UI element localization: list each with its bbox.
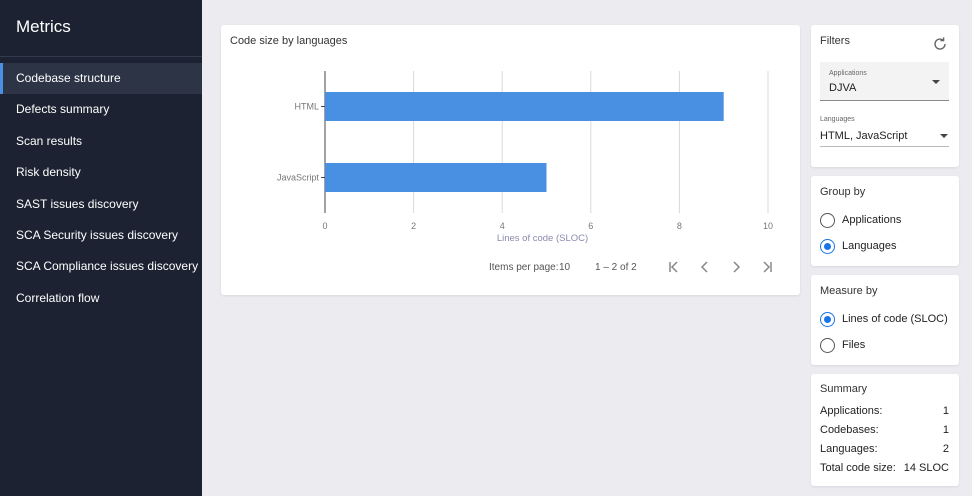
next-page-icon[interactable] <box>727 258 745 276</box>
x-tick-label: 8 <box>677 221 682 231</box>
last-page-icon[interactable] <box>758 258 776 276</box>
filters-panel: Filters Applications DJVA Languages HTML… <box>811 25 959 167</box>
summary-value: 1 <box>942 405 949 417</box>
applications-select-value: DJVA <box>829 82 857 94</box>
chevron-down-icon <box>940 134 948 138</box>
measure-by-title: Measure by <box>820 285 878 297</box>
bar-chart: 0 2 4 6 8 10 HTML JavaScript Lines of code (SLOC… <box>277 71 773 244</box>
languages-select[interactable]: Languages HTML, JavaScript <box>820 116 949 147</box>
summary-row-languages: Languages: 2 <box>820 443 949 457</box>
sidebar-item-scan-results[interactable]: Scan results <box>0 126 202 157</box>
sidebar-nav: Codebase structure Defects summary Scan … <box>0 63 202 314</box>
x-tick-label: 0 <box>322 221 327 231</box>
sidebar-item-defects-summary[interactable]: Defects summary <box>0 94 202 125</box>
items-per-page-select[interactable]: 10 <box>559 262 570 273</box>
sidebar-item-sca-compliance-issues-discovery[interactable]: SCA Compliance issues discovery <box>0 251 202 282</box>
sidebar-title: Metrics <box>16 17 71 36</box>
x-axis-label: Lines of code (SLOC) <box>497 233 588 244</box>
group-by-applications-label: Applications <box>842 214 902 226</box>
chevron-down-icon <box>932 80 940 84</box>
group-by-languages-label: Languages <box>842 240 897 252</box>
summary-key: Codebases: <box>820 424 879 436</box>
bar-javascript <box>325 163 547 192</box>
filters-title: Filters <box>820 35 850 47</box>
group-by-applications-radio[interactable] <box>820 213 835 228</box>
summary-title: Summary <box>820 383 868 395</box>
sidebar-item-sca-security-issues-discovery[interactable]: SCA Security issues discovery <box>0 220 202 251</box>
refresh-icon[interactable] <box>931 35 949 53</box>
summary-panel: Summary Applications: 1 Codebases: 1 Lan… <box>811 374 959 486</box>
languages-select-label: Languages <box>820 116 855 123</box>
sidebar-item-sast-issues-discovery[interactable]: SAST issues discovery <box>0 189 202 220</box>
applications-select-label: Applications <box>829 70 867 77</box>
items-per-page-label: Items per page: <box>489 262 559 273</box>
measure-by-sloc-radio[interactable] <box>820 312 835 327</box>
measure-by-sloc-label: Lines of code (SLOC) <box>842 313 948 325</box>
first-page-icon[interactable] <box>665 258 683 276</box>
summary-key: Total code size: <box>820 462 896 474</box>
group-by-title: Group by <box>820 186 866 198</box>
chart-card: Code size by languages 0 2 4 6 8 10 HTML JavaSc… <box>221 25 800 295</box>
measure-by-panel: Measure by Lines of code (SLOC) Files <box>811 275 959 365</box>
x-tick-label: 6 <box>588 221 593 231</box>
summary-key: Applications: <box>820 405 883 417</box>
applications-select[interactable]: Applications DJVA <box>820 62 949 101</box>
sidebar-item-codebase-structure[interactable]: Codebase structure <box>0 63 202 95</box>
sidebar-divider <box>0 56 202 57</box>
group-by-languages-radio[interactable] <box>820 239 835 254</box>
x-tick-label: 10 <box>763 221 773 231</box>
summary-row-codebases: Codebases: 1 <box>820 424 949 438</box>
sidebar-item-risk-density[interactable]: Risk density <box>0 157 202 188</box>
sidebar: Metrics Codebase structure Defects summa… <box>0 0 202 496</box>
pager-range: 1 – 2 of 2 <box>595 262 637 273</box>
bar-html <box>325 92 724 121</box>
sidebar-item-correlation-flow[interactable]: Correlation flow <box>0 283 202 314</box>
y-tick-label: HTML <box>295 102 320 112</box>
y-tick-label: JavaScript <box>277 173 320 183</box>
x-tick-label: 4 <box>500 221 505 231</box>
measure-by-files-radio[interactable] <box>820 338 835 353</box>
summary-row-applications: Applications: 1 <box>820 405 949 419</box>
group-by-panel: Group by Applications Languages <box>811 176 959 266</box>
measure-by-files-label: Files <box>842 339 866 351</box>
summary-row-total-code-size: Total code size: 14 SLOC <box>820 462 949 476</box>
summary-value: 2 <box>942 443 949 455</box>
summary-value: 1 <box>942 424 949 436</box>
languages-select-value: HTML, JavaScript <box>820 130 908 142</box>
previous-page-icon[interactable] <box>696 258 714 276</box>
summary-value: 14 SLOC <box>903 462 949 474</box>
x-tick-label: 2 <box>411 221 416 231</box>
summary-key: Languages: <box>820 443 878 455</box>
